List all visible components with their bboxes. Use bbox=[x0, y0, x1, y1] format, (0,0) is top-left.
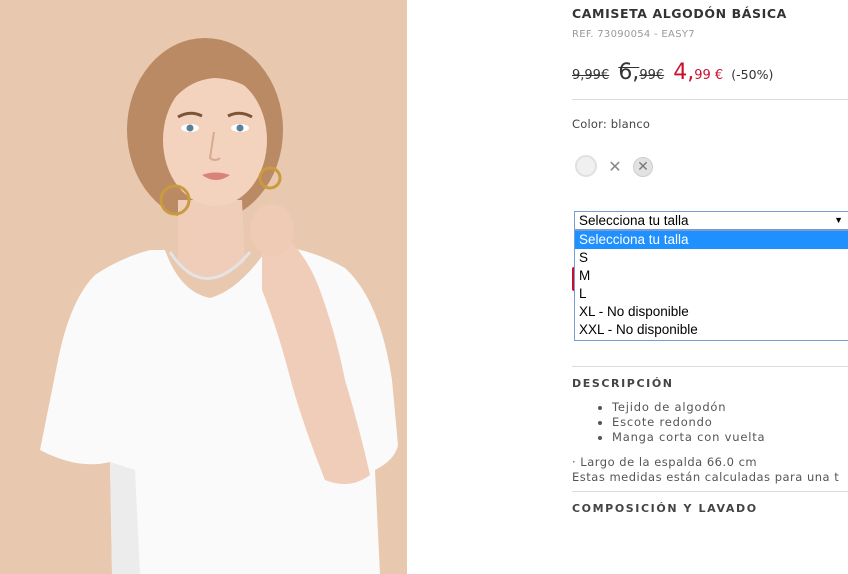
current-price-whole: 4, bbox=[673, 60, 695, 85]
measure-note: Estas medidas están calculadas para una … bbox=[572, 470, 840, 484]
previous-price: 6,99€ bbox=[618, 60, 665, 85]
measure-line: · Largo de la espalda 66.0 cm bbox=[572, 455, 758, 469]
color-swatch-unavailable-icon[interactable]: ✕ bbox=[605, 157, 625, 177]
size-select-value: Selecciona tu talla bbox=[579, 213, 689, 228]
description-list: Tejido de algodón Escote redondo Manga c… bbox=[596, 400, 765, 445]
size-option-s[interactable]: S bbox=[575, 249, 848, 267]
measurements-text: · Largo de la espalda 66.0 cm Estas medi… bbox=[572, 455, 839, 485]
original-price: 9,99€ bbox=[572, 68, 610, 83]
composition-section-title[interactable]: COMPOSICIÓN Y LAVADO bbox=[572, 502, 758, 515]
price-block: 9,99€ 6,99€ 4,99 € (-50%) bbox=[572, 60, 773, 85]
size-option-xxl[interactable]: XXL - No disponible bbox=[575, 321, 848, 339]
product-reference: REF. 73090054 - EASY7 bbox=[572, 29, 695, 40]
color-swatch-unavailable-icon[interactable]: ✕ bbox=[633, 157, 653, 177]
size-option-xl[interactable]: XL - No disponible bbox=[575, 303, 848, 321]
current-price-cents: 99 € bbox=[694, 68, 724, 83]
color-swatch-blanco[interactable] bbox=[575, 155, 597, 177]
list-item: Tejido de algodón bbox=[612, 400, 765, 415]
divider bbox=[572, 366, 848, 367]
size-dropdown-list: Selecciona tu talla S M L XL - No dispon… bbox=[574, 230, 848, 341]
product-info-panel: CAMISETA ALGODÓN BÁSICA REF. 73090054 - … bbox=[572, 0, 848, 574]
previous-price-whole: 6, bbox=[618, 60, 640, 85]
size-option-l[interactable]: L bbox=[575, 285, 848, 303]
color-label: Color: blanco bbox=[572, 117, 651, 131]
model-illustration bbox=[0, 0, 407, 574]
discount-badge: (-50%) bbox=[731, 67, 774, 82]
chevron-down-icon[interactable]: ▼ bbox=[834, 212, 843, 229]
size-option-m[interactable]: M bbox=[575, 267, 848, 285]
size-option-placeholder[interactable]: Selecciona tu talla bbox=[575, 231, 848, 249]
divider bbox=[572, 491, 848, 492]
description-section-title[interactable]: DESCRIPCIÓN bbox=[572, 377, 674, 390]
product-image[interactable] bbox=[0, 0, 407, 574]
current-price: 4,99 € bbox=[673, 60, 724, 85]
list-item: Manga corta con vuelta bbox=[612, 430, 765, 445]
size-select[interactable]: Selecciona tu talla ▼ bbox=[574, 211, 848, 230]
previous-price-cents: 99€ bbox=[639, 68, 665, 83]
list-item: Escote redondo bbox=[612, 415, 765, 430]
divider bbox=[572, 99, 848, 100]
product-title: CAMISETA ALGODÓN BÁSICA bbox=[572, 6, 787, 21]
